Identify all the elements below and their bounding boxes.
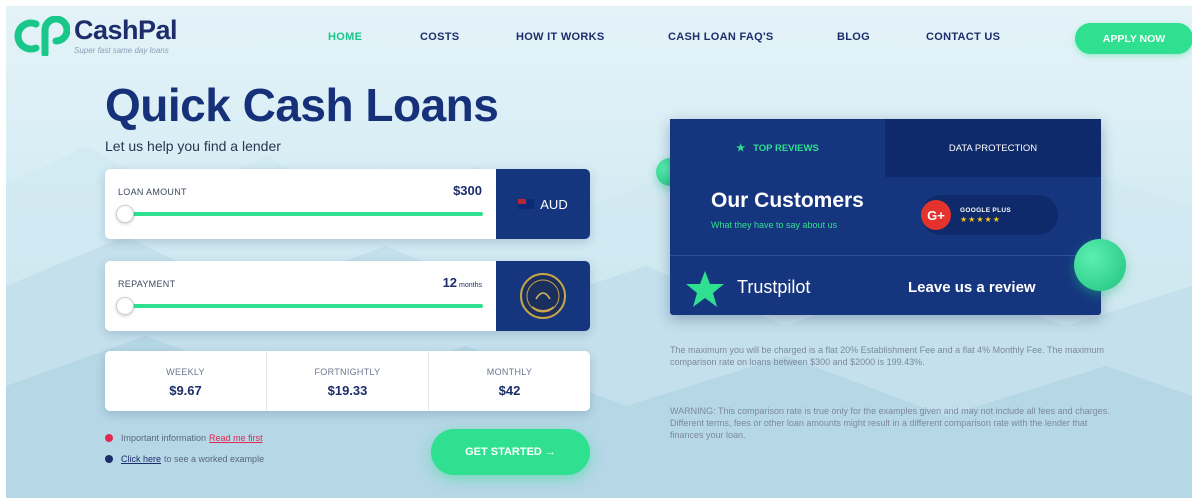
fee-disclosure-text: The maximum you will be charged is a fla… <box>670 345 1105 367</box>
page: CashPal Super fast same day loans HOME C… <box>6 6 1192 498</box>
nav-costs[interactable]: COSTS <box>420 31 459 43</box>
repayment-card: REPAYMENT 12 months <box>105 261 590 331</box>
nav-faq[interactable]: CASH LOAN FAQ'S <box>668 31 774 43</box>
payment-monthly-label: MONTHLY <box>486 367 533 377</box>
google-plus-label: GOOGLE PLUS <box>960 206 1011 214</box>
worked-example-text: to see a worked example <box>164 454 265 464</box>
loan-amount-card: LOAN AMOUNT $300 AUD <box>105 169 590 239</box>
divider <box>670 255 1101 256</box>
get-started-button[interactable]: GET STARTED → <box>431 429 590 475</box>
trustpilot-star-icon <box>686 271 724 307</box>
loan-amount-label: LOAN AMOUNT <box>118 187 187 197</box>
worked-example-row: Click here to see a worked example <box>105 454 264 464</box>
google-plus-rating[interactable]: G+ GOOGLE PLUS ★★★★★ <box>921 195 1058 235</box>
tab-top-reviews[interactable]: ★ TOP REVIEWS <box>670 119 885 177</box>
read-me-first-link[interactable]: Read me first <box>209 433 263 443</box>
trustpilot-label[interactable]: Trustpilot <box>737 277 810 298</box>
customers-subtitle: What they have to say about us <box>711 220 838 230</box>
payment-weekly-label: WEEKLY <box>166 367 205 377</box>
info-icon <box>105 455 113 463</box>
google-plus-icon: G+ <box>921 200 951 230</box>
reviews-panel: ★ TOP REVIEWS DATA PROTECTION Our Custom… <box>670 119 1101 315</box>
repayment-label: REPAYMENT <box>118 279 176 289</box>
tab-top-reviews-label: TOP REVIEWS <box>753 142 819 154</box>
loan-amount-slider-handle[interactable] <box>116 205 134 223</box>
click-here-link[interactable]: Click here <box>121 454 161 464</box>
star-icon: ★ <box>736 142 746 154</box>
payment-fortnightly-label: FORTNIGHTLY <box>314 367 381 377</box>
repayment-value: 12 months <box>443 275 482 290</box>
payment-breakdown: WEEKLY $9.67 FORTNIGHTLY $19.33 MONTHLY … <box>105 351 590 411</box>
alert-icon <box>105 434 113 442</box>
repayment-slider-track[interactable] <box>125 304 483 308</box>
important-info-row: Important information Read me first <box>105 433 263 443</box>
seal-badge-panel <box>496 261 590 331</box>
payment-monthly: MONTHLY $42 <box>429 351 590 411</box>
main-nav: HOME COSTS HOW IT WORKS CASH LOAN FAQ'S … <box>6 31 1192 51</box>
decorative-bubble <box>1074 239 1126 291</box>
nav-how-it-works[interactable]: HOW IT WORKS <box>516 31 605 43</box>
important-info-text: Important information <box>121 433 207 443</box>
page-subtitle: Let us help you find a lender <box>105 138 281 154</box>
payment-fortnightly: FORTNIGHTLY $19.33 <box>267 351 429 411</box>
customers-title: Our Customers <box>711 189 864 212</box>
rating-stars: ★★★★★ <box>960 214 1001 224</box>
currency-selector[interactable]: AUD <box>496 169 590 239</box>
currency-label: AUD <box>540 196 568 212</box>
repayment-number: 12 <box>442 275 458 290</box>
loan-amount-value: $300 <box>453 183 482 198</box>
loan-amount-slider-track[interactable] <box>125 212 483 216</box>
repayment-slider-handle[interactable] <box>116 297 134 315</box>
payment-weekly-value: $9.67 <box>169 383 202 398</box>
nav-blog[interactable]: BLOG <box>837 31 870 43</box>
comparison-rate-warning: WARNING: This comparison rate is true on… <box>670 406 1110 440</box>
australia-flag-icon <box>518 199 535 209</box>
nav-contact[interactable]: CONTACT US <box>926 31 1000 43</box>
page-title: Quick Cash Loans <box>105 79 499 131</box>
repayment-unit: months <box>459 282 482 289</box>
apply-now-button[interactable]: APPLY NOW <box>1075 23 1192 54</box>
leave-review-link[interactable]: Leave us a review <box>908 279 1036 296</box>
tab-data-protection[interactable]: DATA PROTECTION <box>885 119 1101 177</box>
payment-fortnightly-value: $19.33 <box>327 383 368 398</box>
payment-weekly: WEEKLY $9.67 <box>105 351 267 411</box>
gold-seal-badge-icon <box>520 273 566 319</box>
payment-monthly-value: $42 <box>498 383 521 398</box>
nav-home[interactable]: HOME <box>328 31 362 43</box>
